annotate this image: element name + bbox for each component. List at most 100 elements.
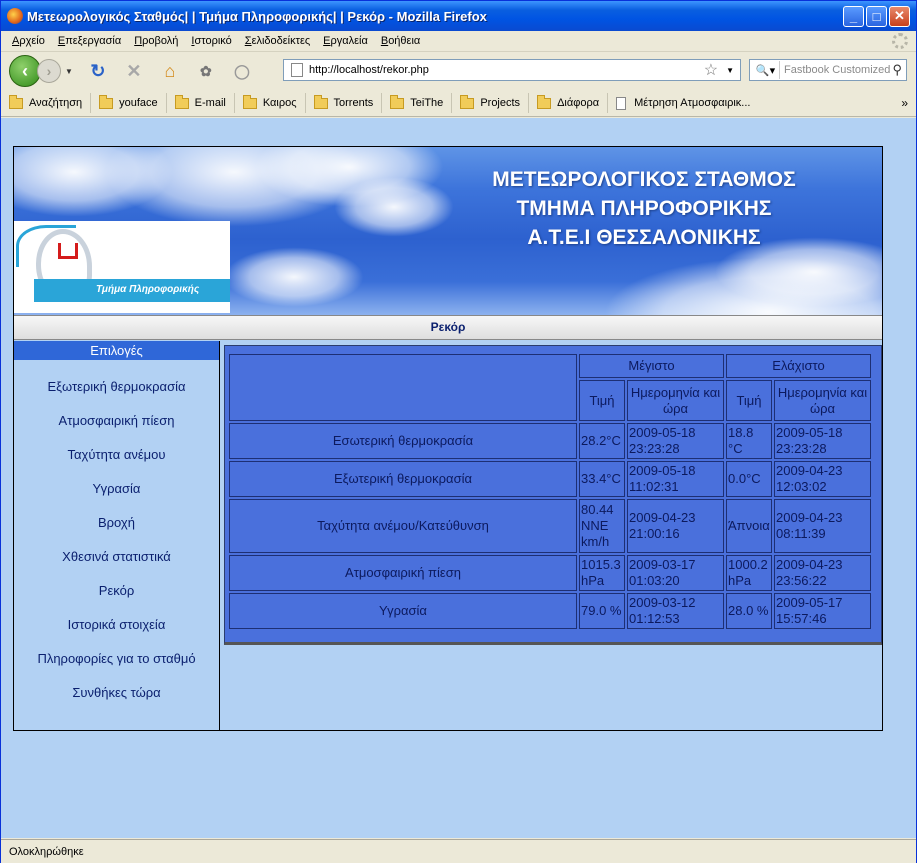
sidebar-item-current-conditions[interactable]: Συνθήκες τώρα [14, 676, 219, 710]
min-value: 18.8 °C [726, 423, 772, 459]
min-date: 2009-05-17 15:57:46 [774, 593, 871, 629]
menu-file[interactable]: Αρχείο [12, 35, 45, 47]
firefox-icon [7, 8, 23, 24]
browser-window: Μετεωρολογικός Σταθμός| | Τμήμα Πληροφορ… [0, 0, 917, 863]
forward-button[interactable]: › [37, 59, 61, 83]
bookmark-folder[interactable]: Torrents [313, 93, 383, 113]
menu-tools[interactable]: Εργαλεία [323, 35, 368, 47]
addon-icon[interactable]: ✿ [195, 60, 217, 82]
page-icon [616, 96, 627, 110]
max-date: 2009-05-18 11:02:31 [627, 461, 724, 497]
min-date: 2009-05-18 23:23:28 [774, 423, 871, 459]
page-viewport: ΜΕΤΕΩΡΟΛΟΓΙΚΟΣ ΣΤΑΘΜΟΣ ΤΜΗΜΑ ΠΛΗΡΟΦΟΡΙΚΗ… [1, 118, 916, 838]
home-icon[interactable]: ⌂ [159, 60, 181, 82]
sidebar-item-station-info[interactable]: Πληροφορίες για το σταθμό [14, 642, 219, 676]
max-date-header: Ημερομηνία και ώρα [627, 380, 724, 421]
menu-bookmarks[interactable]: Σελιδοδείκτες [245, 35, 310, 47]
max-date: 2009-03-12 01:12:53 [627, 593, 724, 629]
stop-icon[interactable]: ✕ [123, 60, 145, 82]
min-value: 28.0 % [726, 593, 772, 629]
sidebar-item-rain[interactable]: Βροχή [14, 506, 219, 540]
minimize-button[interactable]: _ [843, 5, 864, 27]
menu-history[interactable]: Ιστορικό [191, 35, 231, 47]
table-row: Εσωτερική θερμοκρασία 28.2°C 2009-05-18 … [229, 423, 871, 459]
search-input[interactable]: Fastbook Customized [784, 64, 892, 76]
status-bar: Ολοκληρώθηκε [1, 839, 916, 863]
banner-title: ΜΕΤΕΩΡΟΛΟΓΙΚΟΣ ΣΤΑΘΜΟΣ ΤΜΗΜΑ ΠΛΗΡΟΦΟΡΙΚΗ… [492, 168, 796, 249]
sidebar-item-yesterday-stats[interactable]: Χθεσινά στατιστικά [14, 540, 219, 574]
bookmark-folder[interactable]: Καιρος [242, 93, 306, 113]
min-value: 0.0°C [726, 461, 772, 497]
bookmark-folder[interactable]: Διάφορα [537, 93, 609, 113]
folder-icon [9, 94, 23, 109]
folder-icon [460, 94, 475, 109]
chevron-more-icon[interactable]: » [901, 96, 908, 110]
min-date: 2009-04-23 08:11:39 [774, 499, 871, 553]
folder-icon [537, 94, 552, 109]
sidebar-item-history[interactable]: Ιστορικά στοιχεία [14, 608, 219, 642]
bookmark-folder[interactable]: E-mail [174, 93, 235, 113]
sidebar-header: Επιλογές [14, 341, 219, 360]
row-label: Ατμοσφαιρική πίεση [229, 555, 577, 591]
search-engine-icon[interactable]: 🔍▾ [752, 61, 780, 79]
sidebar-item-pressure[interactable]: Ατμοσφαιρική πίεση [14, 404, 219, 438]
bookmark-page[interactable]: Μέτρηση Ατμοσφαιρικ... [616, 93, 758, 113]
cloud-decoration [224, 247, 364, 307]
menu-edit[interactable]: Επεξεργασία [58, 35, 121, 47]
bookmark-folder[interactable]: TeiThe [390, 93, 453, 113]
search-icon[interactable]: ⚲ [892, 62, 902, 78]
bookmarks-toolbar: Αναζήτηση youface E-mail Καιρος Torrents… [1, 90, 916, 117]
table-row: Υγρασία 79.0 % 2009-03-12 01:12:53 28.0 … [229, 593, 871, 629]
status-text: Ολοκληρώθηκε [9, 845, 84, 858]
page-icon [291, 63, 303, 77]
max-value: 1015.3 hPa [579, 555, 625, 591]
max-date: 2009-05-18 23:23:28 [627, 423, 724, 459]
max-value: 33.4°C [579, 461, 625, 497]
row-label: Ταχύτητα ανέμου/Κατεύθυνση [229, 499, 577, 553]
url-bar[interactable]: http://localhost/rekor.php ☆ ▼ [283, 59, 741, 81]
bookmark-folder[interactable]: youface [99, 93, 167, 113]
page-title: Ρεκόρ [14, 315, 882, 340]
url-text[interactable]: http://localhost/rekor.php [309, 64, 704, 76]
sidebar-item-humidity[interactable]: Υγρασία [14, 472, 219, 506]
min-value: 1000.2 hPa [726, 555, 772, 591]
history-dropdown-icon[interactable]: ▼ [65, 67, 73, 76]
max-date: 2009-03-17 01:03:20 [627, 555, 724, 591]
throbber-icon [892, 33, 908, 49]
records-table: Μέγιστο Ελάχιστο Τιμή Ημερομηνία και ώρα… [227, 352, 873, 631]
menu-view[interactable]: Προβολή [134, 35, 178, 47]
min-value: Άπνοια [726, 499, 772, 553]
window-title: Μετεωρολογικός Σταθμός| | Τμήμα Πληροφορ… [27, 8, 487, 24]
sidebar-item-outdoor-temperature[interactable]: Εξωτερική θερμοκρασία [14, 370, 219, 404]
sidebar-item-wind-speed[interactable]: Ταχύτητα ανέμου [14, 438, 219, 472]
sidebar: Επιλογές Εξωτερική θερμοκρασία Ατμοσφαιρ… [14, 341, 220, 731]
title-bar: Μετεωρολογικός Σταθμός| | Τμήμα Πληροφορ… [1, 1, 916, 31]
menu-bar: Αρχείο Επεξεργασία Προβολή Ιστορικό Σελι… [1, 31, 916, 52]
table-row: Ταχύτητα ανέμου/Κατεύθυνση 80.44 NNE km/… [229, 499, 871, 553]
site-banner: ΜΕΤΕΩΡΟΛΟΓΙΚΟΣ ΣΤΑΘΜΟΣ ΤΜΗΜΑ ΠΛΗΡΟΦΟΡΙΚΗ… [14, 147, 882, 315]
sidebar-item-records[interactable]: Ρεκόρ [14, 574, 219, 608]
min-header: Ελάχιστο [726, 354, 871, 378]
url-dropdown-icon[interactable]: ▼ [726, 66, 734, 75]
max-value: 28.2°C [579, 423, 625, 459]
max-value: 80.44 NNE km/h [579, 499, 625, 553]
table-row: Ατμοσφαιρική πίεση 1015.3 hPa 2009-03-17… [229, 555, 871, 591]
folder-icon [242, 94, 257, 109]
row-label: Εσωτερική θερμοκρασία [229, 423, 577, 459]
bookmark-folder[interactable]: Projects [460, 93, 530, 113]
site-container: ΜΕΤΕΩΡΟΛΟΓΙΚΟΣ ΣΤΑΘΜΟΣ ΤΜΗΜΑ ΠΛΗΡΟΦΟΡΙΚΗ… [13, 146, 883, 731]
reload-icon[interactable]: ↻ [87, 60, 109, 82]
folder-icon [313, 94, 328, 109]
maximize-button[interactable]: □ [866, 5, 887, 27]
max-value-header: Τιμή [579, 380, 625, 421]
bookmark-folder[interactable]: Αναζήτηση [9, 93, 92, 113]
menu-help[interactable]: Βοήθεια [381, 35, 420, 47]
max-value: 79.0 % [579, 593, 625, 629]
department-logo: Τμήμα Πληροφορικής [14, 221, 230, 313]
min-date-header: Ημερομηνία και ώρα [774, 380, 871, 421]
max-date: 2009-04-23 21:00:16 [627, 499, 724, 553]
row-label: Εξωτερική θερμοκρασία [229, 461, 577, 497]
search-box[interactable]: 🔍▾ Fastbook Customized ⚲ [749, 59, 907, 81]
star-icon[interactable]: ☆ [704, 60, 718, 80]
close-button[interactable]: ✕ [889, 5, 910, 27]
